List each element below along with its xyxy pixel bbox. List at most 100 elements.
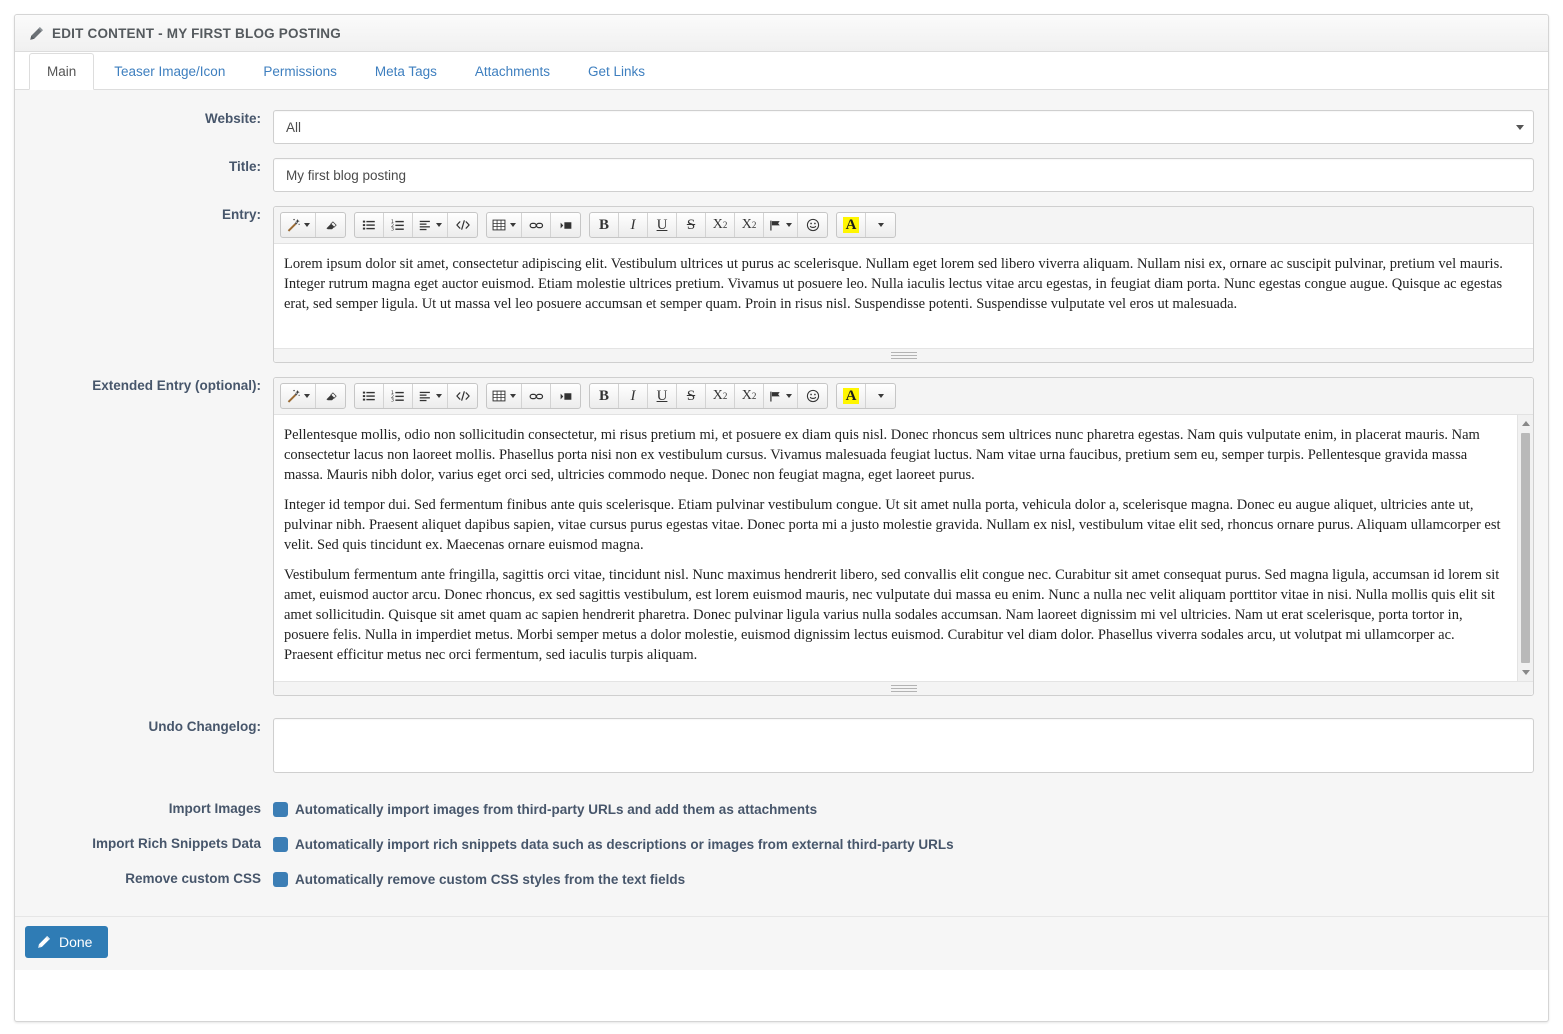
extended-paragraph: Integer id tempor dui. Sed fermentum fin… <box>284 497 1501 553</box>
field-row-entry: Entry: 1 2 3 B I U S X 2 X 2 A Lorem ips… <box>15 206 1548 363</box>
extended-entry-editor-toolbar: 1 2 3 B I U S X 2 X 2 A <box>274 378 1533 415</box>
tab-get-links[interactable]: Get Links <box>570 53 663 90</box>
extended-paragraph: Vestibulum fermentum ante fringilla, sag… <box>284 567 1500 663</box>
done-button-label: Done <box>59 934 93 950</box>
tab-teaser-image-icon[interactable]: Teaser Image/Icon <box>96 53 243 90</box>
unordered-list-icon[interactable] <box>355 384 384 408</box>
source-code-icon[interactable] <box>448 213 477 237</box>
eraser-icon[interactable] <box>316 384 345 408</box>
remove-custom-css-label: Remove custom CSS <box>125 871 261 886</box>
bold-icon[interactable]: B <box>590 384 619 408</box>
chevron-down-icon <box>786 223 792 227</box>
flag-icon[interactable] <box>764 384 798 408</box>
panel-footer: Done <box>15 916 1548 970</box>
tab-bar: Main Teaser Image/Icon Permissions Meta … <box>15 52 1548 90</box>
link-icon[interactable] <box>522 213 551 237</box>
ordered-list-icon[interactable]: 1 2 3 <box>384 384 413 408</box>
italic-icon[interactable]: I <box>619 213 648 237</box>
insert-media-icon[interactable] <box>551 384 580 408</box>
ordered-list-icon[interactable]: 1 2 3 <box>384 213 413 237</box>
panel-header: EDIT CONTENT - MY FIRST BLOG POSTING <box>15 15 1548 52</box>
toolbar-group-color: A <box>836 383 896 409</box>
underline-icon[interactable]: U <box>648 213 677 237</box>
import-rich-snippets-checkbox[interactable] <box>273 836 288 852</box>
grip-lines-icon <box>890 350 917 361</box>
import-rich-snippets-label: Import Rich Snippets Data <box>92 836 261 851</box>
entry-text-area[interactable]: Lorem ipsum dolor sit amet, consectetur … <box>274 244 1533 348</box>
chevron-down-icon <box>510 394 516 398</box>
entry-resize-handle[interactable] <box>274 348 1533 362</box>
align-icon[interactable] <box>413 213 448 237</box>
emoticon-icon[interactable] <box>798 213 827 237</box>
extended-entry-label: Extended Entry (optional): <box>92 378 261 393</box>
undo-changelog-textarea[interactable] <box>273 718 1534 773</box>
subscript-icon[interactable]: X2 <box>735 384 764 408</box>
chevron-down-icon <box>1516 125 1524 130</box>
entry-paragraph: Lorem ipsum dolor sit amet, consectetur … <box>284 256 1503 312</box>
subscript-icon[interactable]: X2 <box>735 213 764 237</box>
table-icon[interactable] <box>487 213 522 237</box>
scrollbar-thumb[interactable] <box>1521 433 1530 663</box>
bold-icon[interactable]: B <box>590 213 619 237</box>
link-icon[interactable] <box>522 384 551 408</box>
checkbox-row-remove-custom-css: Remove custom CSS Automatically remove c… <box>15 870 1548 888</box>
toolbar-group-format: B I U S X2 X2 <box>589 383 828 409</box>
field-row-website: Website: All <box>15 110 1548 144</box>
chevron-down-icon <box>304 394 310 398</box>
page-title: EDIT CONTENT - MY FIRST BLOG POSTING <box>52 25 341 41</box>
tab-attachments[interactable]: Attachments <box>457 53 568 90</box>
emoticon-icon[interactable] <box>798 384 827 408</box>
text-highlight-icon[interactable]: A <box>837 213 866 237</box>
text-highlight-dropdown-icon[interactable] <box>866 384 895 408</box>
done-button[interactable]: Done <box>25 926 109 958</box>
checkbox-row-import-rich-snippets: Import Rich Snippets Data Automatically … <box>15 835 1548 853</box>
toolbar-group-lists: 1 2 3 <box>354 383 478 409</box>
toolbar-group-tools <box>280 212 346 238</box>
strikethrough-icon[interactable]: S <box>677 213 706 237</box>
unordered-list-icon[interactable] <box>355 213 384 237</box>
grip-lines-icon <box>890 683 917 694</box>
table-icon[interactable] <box>487 384 522 408</box>
scroll-up-arrow-icon[interactable] <box>1521 421 1530 426</box>
magic-wand-icon[interactable] <box>281 384 316 408</box>
edit-content-panel: EDIT CONTENT - MY FIRST BLOG POSTING Mai… <box>14 14 1549 1022</box>
import-images-checkbox[interactable] <box>273 801 288 817</box>
flag-icon[interactable] <box>764 213 798 237</box>
strikethrough-icon[interactable]: S <box>677 384 706 408</box>
underline-icon[interactable]: U <box>648 384 677 408</box>
extended-entry-scrollbar[interactable] <box>1517 415 1533 681</box>
chevron-down-icon <box>786 394 792 398</box>
extended-entry-resize-handle[interactable] <box>274 681 1533 695</box>
chevron-down-icon <box>304 223 310 227</box>
chevron-down-icon <box>877 394 884 398</box>
source-code-icon[interactable] <box>448 384 477 408</box>
scroll-down-arrow-icon[interactable] <box>1521 670 1530 675</box>
field-row-title: Title: <box>15 158 1548 192</box>
insert-media-icon[interactable] <box>551 213 580 237</box>
svg-text:3: 3 <box>391 227 394 232</box>
remove-custom-css-checkbox[interactable] <box>273 871 288 887</box>
import-images-label: Import Images <box>168 801 261 816</box>
tab-main[interactable]: Main <box>29 53 95 90</box>
tab-meta-tags[interactable]: Meta Tags <box>357 53 455 90</box>
eraser-icon[interactable] <box>316 213 345 237</box>
website-select[interactable]: All <box>273 110 1534 144</box>
toolbar-group-insert <box>486 212 581 238</box>
tab-permissions[interactable]: Permissions <box>245 53 355 90</box>
italic-icon[interactable]: I <box>619 384 648 408</box>
extended-paragraph: Pellentesque mollis, odio non sollicitud… <box>284 427 1480 483</box>
magic-wand-icon[interactable] <box>281 213 316 237</box>
title-input[interactable] <box>273 158 1534 192</box>
superscript-icon[interactable]: X2 <box>706 384 735 408</box>
superscript-icon[interactable]: X2 <box>706 213 735 237</box>
toolbar-group-insert <box>486 383 581 409</box>
text-highlight-dropdown-icon[interactable] <box>866 213 895 237</box>
extended-entry-text-area[interactable]: Pellentesque mollis, odio non sollicitud… <box>274 415 1533 681</box>
align-icon[interactable] <box>413 384 448 408</box>
form-body: Website: All Title: Entry: <box>15 90 1548 970</box>
svg-text:3: 3 <box>391 398 394 403</box>
website-label: Website: <box>204 111 261 126</box>
toolbar-group-tools <box>280 383 346 409</box>
text-highlight-icon[interactable]: A <box>837 384 866 408</box>
pencil-icon <box>29 26 44 41</box>
